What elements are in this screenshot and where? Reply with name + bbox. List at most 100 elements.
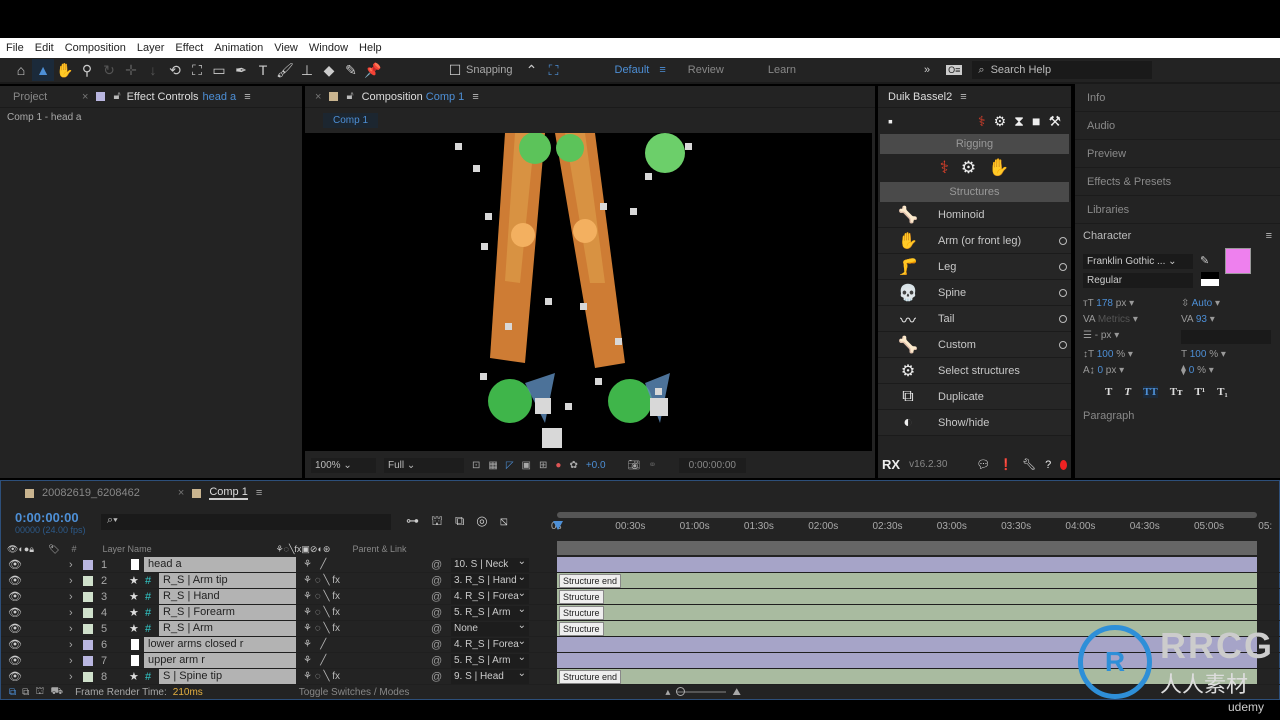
viewer-timecode[interactable]: 0:00:00:00 [678,457,746,473]
close-icon[interactable]: × [315,91,321,103]
menu-animation[interactable]: Animation [214,42,263,54]
help-icon[interactable]: ? [1045,459,1051,471]
layer-name[interactable]: S | Spine tip [159,669,296,684]
chat-icon[interactable]: 💬︎ [976,458,990,471]
panel-info[interactable]: Info [1075,84,1280,112]
stroke-width-field[interactable]: ☰ - px ▾ [1083,330,1181,344]
expand-arrow-icon[interactable]: › [69,639,73,651]
parent-dropdown[interactable]: 5. R_S | Arm [451,603,529,620]
search-help-input[interactable]: ⌕ Search Help [972,61,1153,79]
pen-tool-icon[interactable]: ✒ [230,59,252,81]
shy-star-icon[interactable]: ★ [129,606,139,619]
visibility-eye-icon[interactable]: 👁︎ [8,606,22,619]
motion-blur-icon[interactable]: ◎ [476,513,487,531]
eraser-tool-icon[interactable]: ◆ [318,59,340,81]
panel-audio[interactable]: Audio [1075,112,1280,140]
time-ruler[interactable]: 0s 00:30s 01:00s 01:30s 02:00s 02:30s 03:00s 03… [551,507,1272,541]
brush-tool-icon[interactable]: 🖌 [274,59,296,81]
font-size-field[interactable]: тT 178 px ▾ [1083,298,1181,309]
layer-row[interactable]: 👁︎ › 2 ★ # R_S | Arm tip ⚘ ◌ ╲ fx @ 3. R_… [1,571,1280,589]
panel-menu-icon[interactable]: ≡ [960,91,966,103]
parent-dropdown[interactable]: 3. R_S | Hand [451,571,529,588]
menu-help[interactable]: Help [359,42,382,54]
animation-tab-icon[interactable]: ⧗ [1014,113,1024,130]
snap-grid-icon[interactable]: ⛶ [543,59,565,81]
comp-mini-icon[interactable]: ⧉ [9,687,16,698]
anchor-tool-icon[interactable]: ⛶ [186,59,208,81]
leading-field[interactable]: ⇳ Auto ▾ [1181,298,1271,309]
workspace-review[interactable]: Review [688,64,724,76]
panel-libraries[interactable]: Libraries [1075,196,1280,224]
layer-switches[interactable]: ⚘ ◌ ╲ fx [303,607,340,618]
show-snapshot-icon[interactable]: ⚭ [648,460,656,471]
graph-editor-icon[interactable]: ⧅ [500,513,508,531]
options-radio[interactable] [1059,262,1067,271]
automation-tab-icon[interactable]: ⚙ [994,113,1007,130]
sync-icon[interactable]: O≡ [946,65,963,75]
label-color-swatch[interactable] [83,655,93,666]
font-family-dropdown[interactable]: Franklin Gothic ... ⌄ [1083,254,1193,269]
layer-switches[interactable]: ⚘ ╱ [303,559,326,570]
parent-dropdown[interactable]: 5. R_S | Arm [451,651,529,668]
grid-options-icon[interactable]: ⊞ [539,460,547,471]
type-tool-icon[interactable]: T [252,59,274,81]
tab-timeline-other[interactable]: 20082619_6208462 [42,487,140,499]
parent-dropdown[interactable]: 4. R_S | Forea [451,635,529,652]
shy-star-icon[interactable]: ★ [129,622,139,635]
all-caps-button[interactable]: TT [1143,386,1158,398]
subscript-button[interactable]: T₁ [1217,386,1228,398]
layer-name[interactable]: lower arms closed r [144,637,296,652]
shy-star-icon[interactable]: ★ [129,670,139,683]
duik-item-spine[interactable]: 💀 Spine [878,280,1071,306]
panel-effects-presets[interactable]: Effects & Presets [1075,168,1280,196]
work-area-bar[interactable] [557,512,1257,518]
orbit-tool-icon[interactable]: ↻ [98,59,120,81]
zoom-tool-icon[interactable]: ⚲ [76,59,98,81]
workspace-learn[interactable]: Learn [768,64,796,76]
lock-icon[interactable]: 🔓︎ [113,90,120,103]
menu-effect[interactable]: Effect [175,42,203,54]
more-workspaces-icon[interactable]: » [924,64,930,76]
font-style-dropdown[interactable]: Regular [1083,273,1193,288]
resolution-dropdown[interactable]: Full ⌄ [384,457,464,473]
duik-item-leg[interactable]: 🦵 Leg [878,254,1071,280]
panel-menu-icon[interactable]: ≡ [244,91,250,103]
pickwhip-icon[interactable]: @ [431,671,442,683]
expand-arrow-icon[interactable]: › [69,591,73,603]
layer-switches[interactable]: ⚘ ◌ ╲ fx [303,623,340,634]
kerning-field[interactable]: VA Metrics ▾ [1083,314,1181,325]
layer-marker[interactable]: Structure [559,622,604,636]
duik-item-duplicate[interactable]: ⧉ Duplicate [878,384,1071,410]
render-icon[interactable]: ⛫ [35,686,44,699]
bug-report-icon[interactable]: ❗ [999,458,1013,471]
options-radio[interactable] [1059,236,1067,245]
expand-arrow-icon[interactable]: › [69,607,73,619]
layer-row[interactable]: 👁︎ › 4 ★ # R_S | Forearm ⚘ ◌ ╲ fx @ 5. R_… [1,603,1280,621]
expand-arrow-icon[interactable]: › [69,623,73,635]
comp-breadcrumb[interactable]: Comp 1 [323,112,379,128]
rectangle-tool-icon[interactable]: ▭ [208,59,230,81]
label-color-swatch[interactable] [83,607,93,618]
visibility-eye-icon[interactable]: 👁︎ [8,622,22,635]
layer-marker[interactable]: Structure [559,606,604,620]
layer-duration-bar[interactable]: Structure [557,605,1257,620]
label-color-swatch[interactable] [83,591,93,602]
layer-row[interactable]: 👁︎ › 1 head a ⚘ ╱ @ 10. S | Neck [1,555,1280,573]
selection-tool-icon[interactable]: ▲ [32,59,54,81]
layer-name[interactable]: R_S | Hand [159,589,296,604]
layer-switches[interactable]: ⚘ ╱ [303,639,326,650]
label-color-swatch[interactable] [83,639,93,650]
composition-flowchart-icon[interactable]: ⊶ [406,513,419,531]
label-color-swatch[interactable] [83,671,93,682]
pickwhip-icon[interactable]: @ [431,655,442,667]
visibility-eye-icon[interactable]: 👁︎ [8,654,22,667]
home-icon[interactable]: ⌂ [10,59,32,81]
layer-switches[interactable]: ⚘ ╱ [303,655,326,666]
snap-options-icon[interactable]: ⌃ [521,59,543,81]
panel-preview[interactable]: Preview [1075,140,1280,168]
roto-tool-icon[interactable]: ✎ [340,59,362,81]
close-icon[interactable]: × [82,91,88,103]
fill-color-swatch[interactable] [1225,248,1251,274]
zoom-in-icon[interactable]: ⛰︎ [732,687,740,698]
exposure-reset-icon[interactable]: ✿ [569,460,577,471]
